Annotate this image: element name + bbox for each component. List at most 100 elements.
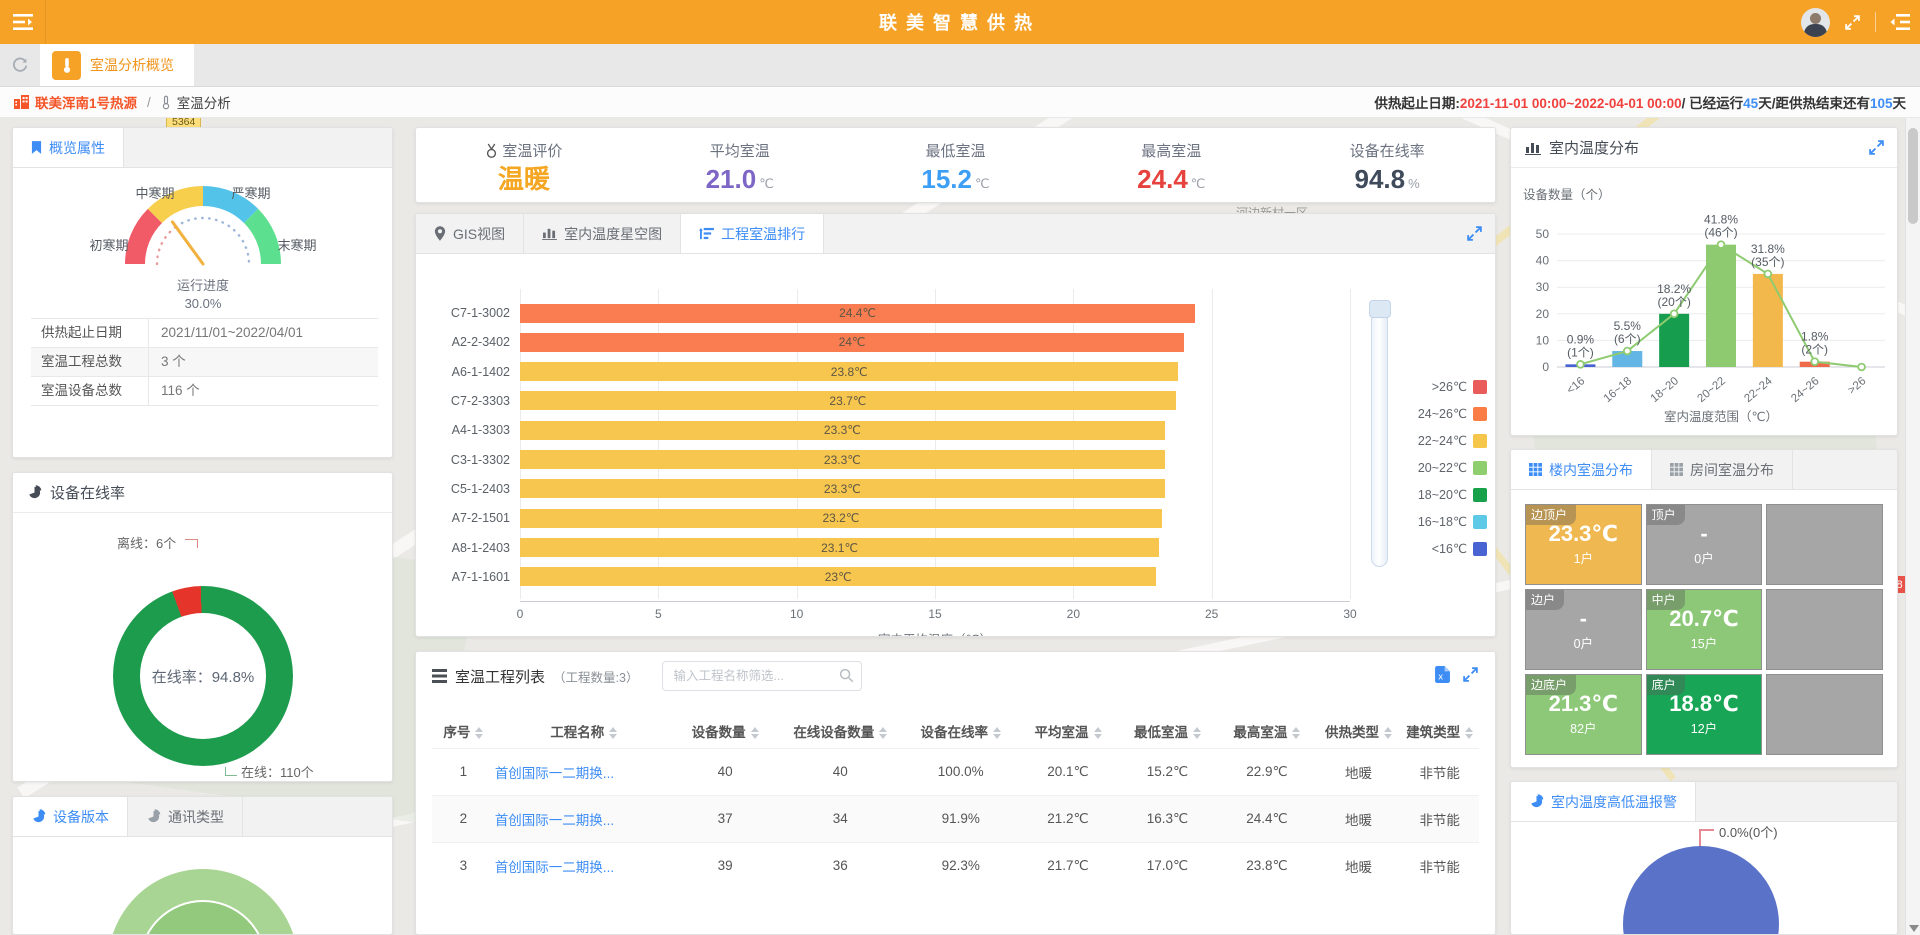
overview-panel: 概览属性 初寒期中寒期严寒期末寒期运行进度30.0% 供热起止日期2021/11… — [12, 127, 393, 458]
stat-item: 最低室温15.2℃ — [848, 138, 1064, 192]
refresh-icon[interactable] — [0, 44, 40, 86]
project-search-input[interactable] — [662, 661, 862, 691]
user-avatar[interactable] — [1801, 8, 1830, 37]
legend-swatch — [1473, 407, 1487, 421]
overview-info-table: 供热起止日期2021/11/01~2022/04/01室温工程总数3 个室温设备… — [31, 318, 378, 406]
scroll-down-arrow[interactable] — [1909, 925, 1919, 932]
legend-label: 16~18℃ — [1418, 514, 1467, 529]
tab-label: 通讯类型 — [168, 807, 224, 827]
sort-caret[interactable] — [1465, 727, 1473, 739]
legend-item[interactable]: 18~20℃ — [1395, 481, 1487, 508]
project-link[interactable]: 首创国际一二期换... — [495, 766, 614, 781]
legend-item[interactable]: 22~24℃ — [1395, 427, 1487, 454]
cell-position-tag: 边底户 — [1526, 675, 1576, 695]
col-header[interactable]: 建筑类型 — [1400, 714, 1479, 748]
stat-value: 15.2℃ — [921, 166, 989, 192]
sort-caret[interactable] — [1193, 727, 1201, 739]
legend-item[interactable]: >26℃ — [1395, 373, 1487, 400]
info-row: 室温工程总数3 个 — [31, 348, 378, 377]
col-header[interactable]: 设备在线率 — [903, 714, 1018, 748]
table-cell: 非节能 — [1400, 842, 1479, 889]
donut-center-text: 在线率：94.8% — [140, 613, 266, 739]
project-link[interactable]: 首创国际一二期换... — [495, 813, 614, 828]
page-scrollbar[interactable] — [1905, 118, 1920, 935]
tab-工程室温排行[interactable]: 工程室温排行 — [681, 214, 824, 253]
stat-value: 24.4℃ — [1137, 166, 1205, 192]
excel-export-icon[interactable]: x — [1435, 666, 1450, 683]
fullscreen-icon[interactable] — [1844, 14, 1861, 31]
axis-tick: 30 — [1343, 607, 1356, 621]
legend-item[interactable]: 20~22℃ — [1395, 454, 1487, 481]
svg-text:末寒期: 末寒期 — [277, 238, 316, 253]
tab-comm-type[interactable]: 通讯类型 — [128, 797, 243, 836]
cell-count: 15户 — [1691, 633, 1717, 652]
bar-row: A6-1-140223.8℃ — [520, 362, 1350, 382]
top-header: 联美智慧供热 — [0, 0, 1920, 44]
tab-device-version[interactable]: 设备版本 — [13, 797, 128, 836]
legend-item[interactable]: <16℃ — [1395, 535, 1487, 562]
col-header[interactable]: 序号 — [432, 714, 495, 748]
tab-room-temp[interactable]: 房间室温分布 — [1652, 450, 1793, 489]
cell-temperature: 21.3℃ — [1549, 693, 1618, 715]
bar: 23.3℃ — [520, 450, 1165, 469]
tab-室内温度星空图[interactable]: 室内温度星空图 — [524, 214, 681, 253]
svg-text:31.8%: 31.8% — [1751, 242, 1785, 256]
callout-line — [1699, 829, 1714, 831]
col-header[interactable]: 设备数量 — [673, 714, 778, 748]
summary-stats-card: 室温评价温暖平均室温21.0℃最低室温15.2℃最高室温24.4℃设备在线率94… — [415, 127, 1496, 203]
stat-value: 21.0℃ — [706, 166, 774, 192]
svg-text:0.9%: 0.9% — [1567, 332, 1595, 346]
cell-position-tag: 中户 — [1647, 590, 1685, 610]
sort-caret[interactable] — [609, 727, 617, 739]
col-header[interactable]: 供热类型 — [1317, 714, 1401, 748]
tab-temp-alarm[interactable]: 室内温度高低温报警 — [1511, 782, 1696, 821]
tab-GIS视图[interactable]: GIS视图 — [416, 214, 524, 253]
svg-text:(2个): (2个) — [1801, 343, 1828, 357]
sort-caret[interactable] — [751, 727, 759, 739]
scrollbar-thumb[interactable] — [1908, 128, 1918, 224]
legend-item[interactable]: 16~18℃ — [1395, 508, 1487, 535]
svg-text:5.5%: 5.5% — [1614, 319, 1642, 333]
col-header[interactable]: 最高室温 — [1217, 714, 1316, 748]
expand-icon[interactable] — [1466, 225, 1483, 242]
sort-caret[interactable] — [1094, 727, 1102, 739]
tab-building-temp[interactable]: 楼内室温分布 — [1511, 450, 1652, 489]
table-cell[interactable]: 首创国际一二期换... — [495, 842, 673, 889]
sort-caret[interactable] — [1384, 727, 1392, 739]
pie-icon — [31, 809, 46, 824]
panel-collapse-icon[interactable] — [1890, 14, 1910, 30]
search-icon[interactable] — [839, 668, 854, 683]
bar: 23.7℃ — [520, 391, 1176, 410]
sort-caret[interactable] — [1292, 727, 1300, 739]
table-cell[interactable]: 首创国际一二期换... — [495, 748, 673, 795]
tab-overview-attrs[interactable]: 概览属性 — [13, 128, 124, 167]
tab-room-temp-overview[interactable]: 室温分析概览 — [40, 44, 194, 86]
svg-text:10: 10 — [1536, 333, 1550, 347]
table-cell: 39 — [673, 842, 778, 889]
heat-source-icon — [14, 95, 29, 109]
building-cell: 边顶户23.3℃1户 — [1525, 504, 1642, 585]
legend-item[interactable]: 24~26℃ — [1395, 400, 1487, 427]
table-cell: 23.8℃ — [1217, 842, 1316, 889]
expand-icon[interactable] — [1868, 139, 1885, 156]
table-cell[interactable]: 首创国际一二期换... — [495, 795, 673, 842]
svg-text:(6个): (6个) — [1614, 332, 1641, 346]
sort-caret[interactable] — [475, 727, 483, 739]
bar: 24℃ — [520, 333, 1184, 352]
col-header[interactable]: 最低室温 — [1118, 714, 1217, 748]
svg-text:室内温度范围（℃）: 室内温度范围（℃） — [1664, 409, 1778, 424]
expand-icon[interactable] — [1462, 666, 1479, 683]
x-axis-label: 室内平均温度（℃） — [520, 629, 1350, 637]
bar-category-label: A4-1-3303 — [416, 423, 510, 437]
col-header[interactable]: 工程名称 — [495, 714, 673, 748]
project-link[interactable]: 首创国际一二期换... — [495, 860, 614, 875]
sort-caret[interactable] — [993, 727, 1001, 739]
breadcrumb-heat-source-link[interactable]: 联美浑南1号热源 — [35, 92, 137, 112]
col-header[interactable]: 在线设备数量 — [778, 714, 904, 748]
col-header[interactable]: 平均室温 — [1018, 714, 1117, 748]
building-temp-panel: 楼内室温分布 房间室温分布 边顶户23.3℃1户顶户-0户边户-0户中户20.7… — [1510, 449, 1898, 768]
sort-caret[interactable] — [879, 727, 887, 739]
grid-icon — [1529, 463, 1542, 476]
table-cell: 36 — [778, 842, 904, 889]
bar: 23.8℃ — [520, 362, 1178, 381]
